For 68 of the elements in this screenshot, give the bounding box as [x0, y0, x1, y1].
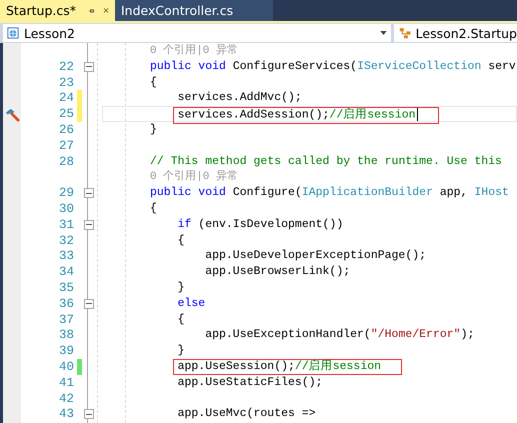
project-dropdown[interactable]: Lesson2: [3, 24, 391, 42]
code-text: services.AddMvc();: [178, 91, 302, 104]
keyword: public void: [150, 60, 227, 73]
string-literal: "/Home/Error": [370, 328, 461, 342]
line-number: 40: [58, 360, 74, 374]
line-number: 42: [58, 392, 74, 406]
line-number: 34: [58, 265, 74, 280]
code-text: app.UseDeveloperExceptionPage();: [205, 249, 426, 262]
line-number: 37: [58, 312, 74, 327]
code-text: }: [178, 280, 184, 294]
code-text: );: [460, 328, 474, 342]
collapse-toggle[interactable]: [84, 220, 94, 230]
code-text: app,: [438, 186, 468, 200]
code-text: {: [178, 312, 184, 326]
line-number: 29: [58, 186, 74, 200]
line-number: 43: [58, 407, 74, 422]
line-number: 30: [58, 202, 74, 216]
line-number: 23: [58, 76, 74, 90]
code-text: services.AddSession();: [178, 108, 330, 122]
keyword: else: [178, 296, 206, 310]
code-text: Configure(: [232, 186, 302, 200]
type-name: IHost: [474, 186, 509, 200]
keyword: public void: [150, 186, 227, 200]
line-number: 39: [58, 344, 74, 358]
code-text: app.UseMvc(routes =>: [178, 407, 316, 420]
code-text: (env.IsDevelopment()): [197, 218, 344, 231]
keyword: if: [178, 218, 192, 231]
code-text: app.UseBrowserLink();: [205, 265, 350, 278]
line-number: 35: [58, 280, 74, 295]
line-number: 32: [58, 234, 74, 248]
line-number: 28: [58, 154, 74, 169]
close-icon[interactable]: [102, 6, 109, 15]
line-number: 27: [58, 138, 74, 153]
code-comment: //启用session: [294, 360, 382, 373]
line-number: 31: [58, 218, 74, 232]
text-cursor: [416, 108, 418, 122]
code-text: {: [178, 234, 184, 247]
code-text: app.UseStaticFiles();: [178, 376, 323, 389]
file-tab[interactable]: Startup.cs*: [0, 0, 115, 21]
line-number: 33: [58, 249, 74, 264]
type-name: IServiceCollection: [357, 60, 482, 73]
code-comment: //启用session: [329, 108, 416, 122]
collapse-toggle[interactable]: [84, 188, 94, 198]
type-name: IApplicationBuilder: [302, 186, 433, 200]
code-text: }: [150, 122, 157, 136]
code-text: app.UseExceptionHandler(: [205, 328, 371, 342]
collapse-toggle[interactable]: [84, 298, 94, 309]
line-number: 25: [58, 107, 74, 122]
class-dropdown[interactable]: Lesson2.Startup: [394, 24, 517, 42]
code-text: {: [150, 202, 157, 215]
code-text: {: [150, 76, 157, 89]
line-number: 38: [58, 328, 74, 342]
file-tab[interactable]: IndexController.cs: [115, 0, 273, 21]
line-number: 26: [58, 122, 74, 137]
class-icon: [398, 27, 412, 39]
dropdown-caret-icon[interactable]: [380, 31, 387, 35]
code-comment: // This method gets called by the runtime. Use this: [150, 154, 502, 168]
code-text: ConfigureServices(: [232, 60, 358, 73]
line-number: 41: [58, 376, 74, 390]
collapse-toggle[interactable]: [84, 409, 94, 420]
line-number: 36: [58, 296, 74, 311]
collapse-toggle[interactable]: [84, 62, 94, 72]
code-text: serv: [487, 60, 516, 73]
code-text: app.UseSession();: [178, 360, 295, 373]
line-number: 22: [58, 60, 74, 74]
code-text: }: [178, 344, 184, 358]
line-number: 24: [58, 91, 74, 106]
globe-icon: [7, 27, 19, 39]
